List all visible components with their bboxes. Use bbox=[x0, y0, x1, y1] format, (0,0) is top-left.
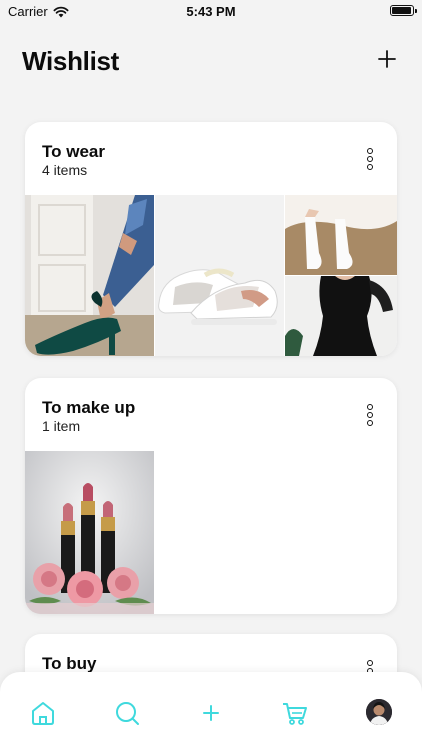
item-photo-dress[interactable] bbox=[285, 276, 397, 356]
item-photo-lipsticks[interactable] bbox=[25, 451, 154, 614]
dot-icon bbox=[367, 404, 373, 410]
card-title: To buy bbox=[42, 654, 97, 673]
battery-icon bbox=[390, 5, 417, 16]
card-item-count: 4 items bbox=[42, 162, 88, 178]
more-options-button[interactable] bbox=[363, 148, 377, 174]
wishlist-card-to-make-up[interactable]: To make up 1 item bbox=[25, 378, 397, 614]
card-title: To wear bbox=[42, 142, 105, 161]
status-bar: Carrier 5:43 PM bbox=[0, 0, 422, 24]
card-item-count: 1 item bbox=[42, 418, 81, 434]
lipsticks-photo bbox=[25, 451, 154, 614]
bottom-tab-bar bbox=[0, 672, 422, 750]
more-options-button[interactable] bbox=[363, 404, 377, 430]
card-title: To make up bbox=[42, 398, 136, 417]
avatar[interactable] bbox=[366, 699, 392, 725]
item-photo-sneakers[interactable] bbox=[155, 195, 284, 356]
profile-photo bbox=[366, 699, 392, 725]
dot-icon bbox=[367, 660, 373, 666]
dot-icon bbox=[367, 412, 373, 418]
item-photo-heels[interactable] bbox=[25, 195, 154, 356]
status-time: 5:43 PM bbox=[186, 4, 236, 19]
dot-icon bbox=[367, 420, 373, 426]
dress-photo bbox=[285, 276, 397, 356]
search-icon[interactable] bbox=[112, 698, 142, 728]
heels-photo bbox=[25, 195, 154, 356]
sneakers-photo bbox=[155, 195, 284, 356]
boots-photo bbox=[285, 195, 397, 275]
home-icon[interactable] bbox=[28, 698, 58, 728]
add-list-button[interactable] bbox=[376, 48, 398, 70]
page-header: Wishlist bbox=[0, 40, 422, 84]
wishlist-card-to-wear[interactable]: To wear 4 items bbox=[25, 122, 397, 356]
dot-icon bbox=[367, 148, 373, 154]
item-photo-boots[interactable] bbox=[285, 195, 397, 275]
page-title: Wishlist bbox=[22, 46, 120, 76]
cart-icon[interactable] bbox=[280, 698, 310, 728]
dot-icon bbox=[367, 156, 373, 162]
dot-icon bbox=[367, 164, 373, 170]
plus-icon[interactable] bbox=[196, 698, 226, 728]
